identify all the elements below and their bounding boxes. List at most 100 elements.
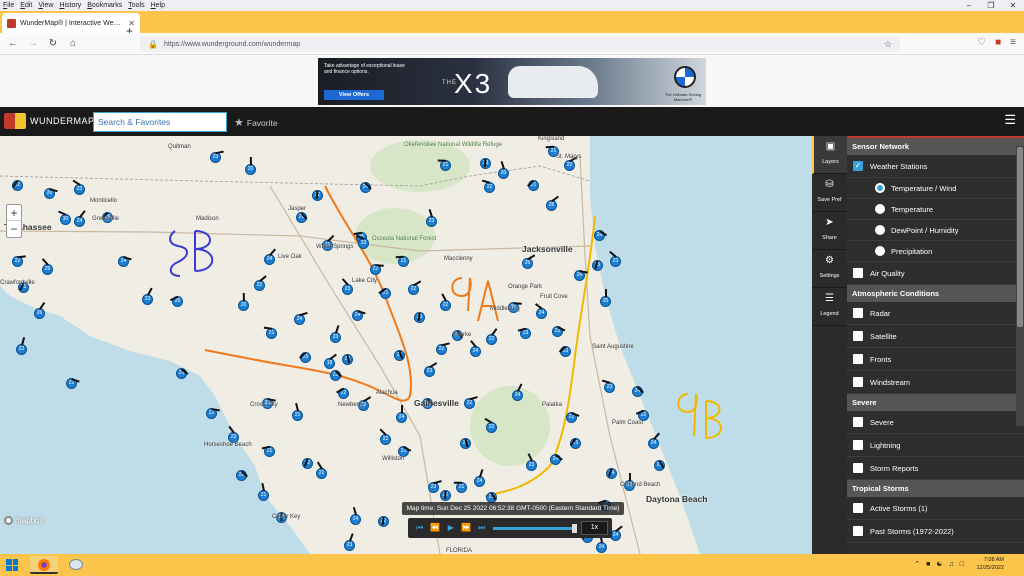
severe-option[interactable]: Severe (847, 411, 1024, 434)
mapbox-attribution[interactable]: mapbox (4, 516, 43, 525)
close-window-button[interactable]: ✕ (1002, 0, 1024, 11)
weather-station-marker[interactable]: 22 (394, 350, 405, 361)
weather-station-marker[interactable]: 22 (408, 280, 422, 295)
weather-station-marker[interactable]: 23 (330, 325, 341, 343)
forward-arrow-icon[interactable]: → (23, 38, 43, 49)
weather-station-marker[interactable]: 23 (559, 346, 571, 357)
bookmark-star-icon[interactable]: ☆ (884, 39, 892, 50)
weather-station-marker[interactable]: 20 (245, 156, 256, 175)
weather-station-marker[interactable]: 23 (480, 158, 491, 169)
tab-legend[interactable]: ☰ Legend (812, 288, 847, 326)
weather-station-marker[interactable]: 22 (336, 388, 349, 399)
weather-station-marker[interactable]: 25 (592, 260, 603, 271)
weather-station-marker[interactable]: 22 (564, 156, 578, 171)
windstream-checkbox[interactable] (853, 377, 863, 387)
weather-stations-checkbox[interactable]: ✓ (853, 161, 863, 171)
firefox-taskbar-icon[interactable] (30, 556, 58, 574)
weather-station-marker[interactable]: 23 (424, 362, 437, 377)
weather-station-marker[interactable]: 24 (396, 405, 407, 423)
weather-station-marker[interactable]: 22 (464, 396, 478, 409)
panel-scrollbar[interactable] (1016, 146, 1024, 426)
weather-station-marker[interactable]: 24 (118, 256, 132, 267)
weather-station-marker[interactable]: 26 (170, 296, 183, 307)
weather-station-marker[interactable]: 23 (72, 180, 85, 195)
temperature-option[interactable]: Temperature (847, 199, 1024, 220)
weather-station-marker[interactable]: 22 (566, 412, 580, 423)
panel-scroll-thumb[interactable] (1017, 147, 1023, 327)
weather-station-marker[interactable]: 23 (142, 287, 153, 305)
precipitation-radio[interactable] (875, 246, 885, 256)
menu-history[interactable]: History (56, 2, 84, 9)
weather-station-marker[interactable]: 23 (609, 251, 621, 267)
active-storms-option[interactable]: Active Storms (1) (847, 497, 1024, 520)
weather-station-marker[interactable]: 22 (440, 293, 451, 311)
weather-station-marker[interactable]: 24 (350, 507, 361, 525)
tab-save-pref[interactable]: ⛁ Save Pref (812, 174, 847, 212)
weather-station-marker[interactable]: 22 (296, 212, 308, 223)
weather-station-marker[interactable]: 24 (74, 210, 86, 227)
minimize-button[interactable]: – (958, 0, 980, 11)
weather-station-marker[interactable]: 18 (324, 353, 337, 369)
lightning-checkbox[interactable] (853, 440, 863, 450)
weather-station-marker[interactable]: 22 (16, 337, 27, 355)
skip-forward-button[interactable]: ⏭ (474, 520, 490, 536)
weather-station-marker[interactable]: 25 (299, 352, 311, 363)
paint-taskbar-icon[interactable] (62, 556, 90, 574)
hamburger-menu-icon[interactable]: ☰ (1004, 112, 1016, 128)
weather-station-marker[interactable]: 20 (44, 188, 58, 199)
weather-station-marker[interactable]: 22 (206, 408, 220, 419)
tab-settings[interactable]: ⚙ Settings (812, 250, 847, 288)
weather-station-marker[interactable]: 22 (342, 354, 353, 365)
weather-station-marker[interactable]: 24 (294, 311, 308, 325)
weather-station-marker[interactable]: 21 (292, 403, 303, 421)
weather-station-marker[interactable]: 22 (330, 370, 343, 381)
weather-station-marker[interactable]: 23 (601, 380, 615, 393)
weather-station-marker[interactable]: 21 (261, 446, 275, 457)
weather-station-marker[interactable]: 24 (512, 383, 523, 401)
weather-station-marker[interactable]: 21 (316, 461, 327, 479)
weather-station-marker[interactable]: 24 (360, 182, 372, 193)
step-back-button[interactable]: ⏪ (428, 520, 444, 536)
weather-station-marker[interactable]: 24 (352, 310, 366, 321)
reload-icon[interactable]: ↻ (43, 38, 63, 49)
weather-station-marker[interactable]: 23 (344, 533, 355, 551)
tab-layers[interactable]: ▣ Layers (812, 136, 847, 174)
weather-station-marker[interactable]: 22 (481, 180, 495, 193)
map-canvas[interactable]: 2220233024262320222921262226202124251822… (0, 136, 812, 554)
menu-view[interactable]: View (35, 2, 56, 9)
weather-station-marker[interactable]: 25 (600, 289, 611, 307)
weather-station-marker[interactable]: 22 (302, 458, 313, 469)
weather-station-marker[interactable]: 24 (596, 534, 607, 553)
weather-station-marker[interactable]: 26 (34, 301, 45, 319)
weather-station-marker[interactable]: 23 (517, 328, 531, 339)
tab-share[interactable]: ➤ Share (812, 212, 847, 250)
radar-checkbox[interactable] (853, 308, 863, 318)
step-forward-button[interactable]: ⏩ (459, 520, 475, 536)
weather-station-marker[interactable]: 22 (12, 180, 23, 191)
weather-station-marker[interactable]: 20 (498, 161, 509, 179)
home-icon[interactable]: ⌂ (63, 38, 83, 49)
weather-station-marker[interactable]: 24 (534, 303, 547, 319)
lightning-option[interactable]: Lightning (847, 434, 1024, 457)
weather-station-marker[interactable]: 21 (460, 438, 471, 449)
weather-station-marker[interactable]: 24 (648, 432, 660, 449)
past-storms-checkbox[interactable] (853, 526, 863, 536)
weather-station-marker[interactable]: 22 (254, 275, 267, 291)
weather-station-marker[interactable]: 24 (470, 340, 481, 357)
storm-reports-option[interactable]: Storm Reports (847, 457, 1024, 480)
system-tray-icons[interactable]: ⌃ ■ ☯ ♫ □ (914, 560, 966, 568)
skip-back-button[interactable]: ⏮ (412, 520, 428, 536)
weather-station-marker[interactable]: 30 (58, 211, 71, 225)
weather-station-marker[interactable]: 22 (12, 255, 26, 267)
windows-start-icon[interactable] (6, 559, 18, 571)
weather-station-marker[interactable]: 26 (546, 195, 559, 211)
url-bar[interactable]: 🔒 https://www.wunderground.com/wundermap… (140, 36, 900, 52)
timeline-knob[interactable] (571, 523, 577, 533)
fronts-option[interactable]: Fronts (847, 348, 1024, 371)
dewpoint-option[interactable]: DewPoint / Humidity (847, 220, 1024, 241)
menu-tools[interactable]: Tools (125, 2, 147, 9)
weather-station-marker[interactable]: 22 (312, 190, 323, 201)
temp-wind-option[interactable]: Temperature / Wind (847, 178, 1024, 199)
air-quality-option[interactable]: Air Quality (847, 262, 1024, 285)
weather-station-marker[interactable]: 23 (552, 326, 566, 337)
